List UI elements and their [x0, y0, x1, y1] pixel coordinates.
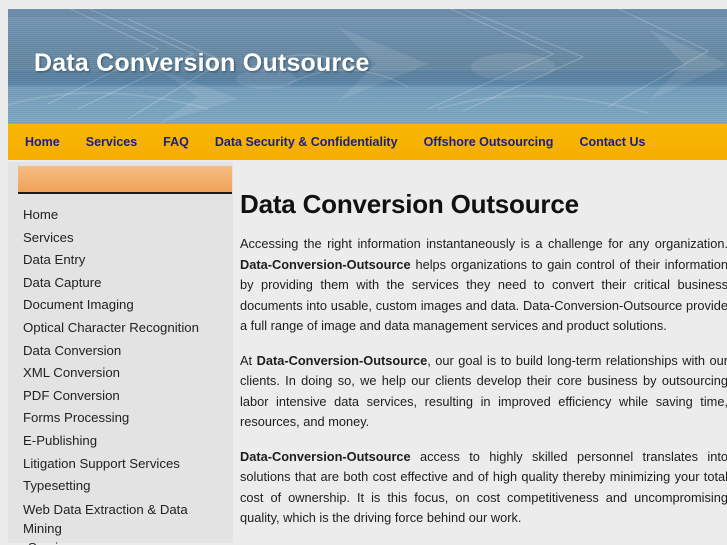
paragraph-intro: Accessing the right information instanta… — [240, 234, 727, 337]
sidebar: Home Services Data Entry Data Capture Do… — [8, 162, 233, 545]
paragraph-goal: At Data-Conversion-Outsource, our goal i… — [240, 351, 727, 433]
sidebar-item-litigation-support-services[interactable]: Litigation Support Services — [8, 453, 233, 476]
sidebar-link-data-conversion[interactable]: Data Conversion — [23, 340, 227, 363]
main-navigation: Home Services FAQ Data Security & Confid… — [8, 124, 727, 160]
nav-item-contact-us[interactable]: Contact Us — [566, 135, 658, 149]
sidebar-link-litigation-support-services[interactable]: Litigation Support Services — [23, 453, 227, 476]
sidebar-link-e-publishing[interactable]: E-Publishing — [23, 430, 227, 453]
sidebar-link-data-entry[interactable]: Data Entry — [23, 249, 227, 272]
sidebar-item-xml-conversion[interactable]: XML Conversion — [8, 362, 233, 385]
text-run: Accessing the right information instanta… — [240, 236, 727, 251]
brand-name: Data-Conversion-Outsource — [256, 352, 428, 368]
sidebar-link-line-2: Services — [23, 538, 227, 545]
sidebar-link-pdf-conversion[interactable]: PDF Conversion — [23, 385, 227, 408]
webpage-root: Data Conversion Outsource Home Services … — [0, 0, 727, 545]
sidebar-item-services[interactable]: Services — [8, 227, 233, 250]
sidebar-link-home[interactable]: Home — [23, 204, 227, 227]
sidebar-item-data-entry[interactable]: Data Entry — [8, 249, 233, 272]
brand-name: Data-Conversion-Outsource — [240, 448, 411, 464]
sidebar-header-banner — [18, 166, 232, 194]
sidebar-link-xml-conversion[interactable]: XML Conversion — [23, 362, 227, 385]
sidebar-link-typesetting[interactable]: Typesetting — [23, 475, 227, 498]
sidebar-menu: Home Services Data Entry Data Capture Do… — [8, 204, 233, 545]
sidebar-item-e-publishing[interactable]: E-Publishing — [8, 430, 233, 453]
sidebar-item-optical-character-recognition[interactable]: Optical Character Recognition — [8, 317, 233, 340]
sidebar-link-web-data-extraction-data-mining-services[interactable]: Web Data Extraction & Data Mining Servic… — [23, 498, 227, 545]
nav-item-list: Home Services FAQ Data Security & Confid… — [8, 124, 727, 160]
nav-item-faq[interactable]: FAQ — [150, 135, 202, 149]
nav-item-data-security-confidentiality[interactable]: Data Security & Confidentiality — [202, 135, 411, 149]
sidebar-item-typesetting[interactable]: Typesetting — [8, 475, 233, 498]
nav-item-home[interactable]: Home — [17, 135, 73, 149]
sidebar-link-data-capture[interactable]: Data Capture — [23, 272, 227, 295]
page-title: Data Conversion Outsource — [240, 189, 579, 219]
sidebar-link-forms-processing[interactable]: Forms Processing — [23, 407, 227, 430]
site-banner: Data Conversion Outsource — [8, 9, 727, 124]
sidebar-link-line-1: Web Data Extraction & Data Mining — [23, 501, 188, 536]
sidebar-item-home[interactable]: Home — [8, 204, 233, 227]
sidebar-item-forms-processing[interactable]: Forms Processing — [8, 407, 233, 430]
sidebar-item-document-imaging[interactable]: Document Imaging — [8, 294, 233, 317]
sidebar-item-data-capture[interactable]: Data Capture — [8, 272, 233, 295]
brand-name: Data-Conversion-Outsource — [240, 256, 411, 272]
sidebar-item-data-conversion[interactable]: Data Conversion — [8, 340, 233, 363]
text-run: At — [240, 352, 257, 368]
sidebar-link-services[interactable]: Services — [23, 227, 227, 250]
sidebar-item-web-data-extraction-data-mining-services[interactable]: Web Data Extraction & Data Mining Servic… — [8, 498, 233, 545]
paragraph-personnel: Data-Conversion-Outsource access to high… — [240, 447, 727, 529]
nav-item-services[interactable]: Services — [73, 135, 150, 149]
banner-highlight-band — [8, 87, 727, 113]
sidebar-link-optical-character-recognition[interactable]: Optical Character Recognition — [23, 317, 227, 340]
sidebar-link-document-imaging[interactable]: Document Imaging — [23, 294, 227, 317]
nav-item-offshore-outsourcing[interactable]: Offshore Outsourcing — [411, 135, 567, 149]
main-content: Data Conversion Outsource Accessing the … — [240, 162, 727, 545]
banner-title: Data Conversion Outsource — [34, 49, 370, 77]
sidebar-item-pdf-conversion[interactable]: PDF Conversion — [8, 385, 233, 408]
